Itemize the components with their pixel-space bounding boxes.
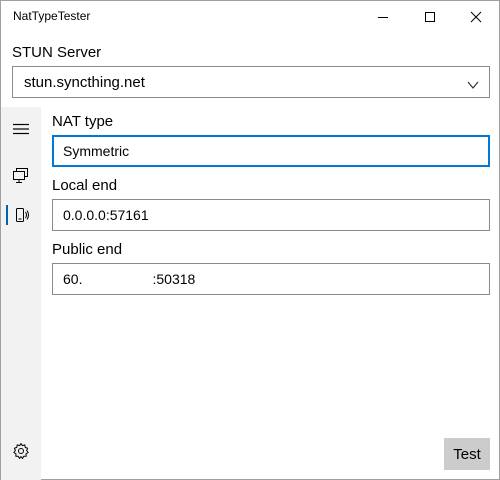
navigation-pane bbox=[1, 107, 41, 480]
menu-toggle-button[interactable] bbox=[1, 109, 41, 149]
nat-type-field[interactable]: Symmetric bbox=[52, 135, 490, 167]
minimize-button[interactable] bbox=[360, 1, 406, 33]
stun-server-value[interactable]: stun.syncthing.net bbox=[24, 74, 145, 91]
public-end-value[interactable]: 60. :50318 bbox=[63, 271, 195, 287]
public-end-label: Public end bbox=[52, 241, 123, 258]
nat-type-label: NAT type bbox=[52, 113, 114, 130]
nav-item-settings[interactable] bbox=[1, 431, 41, 471]
app-window: NatTypeTester STUN Server stun.syncthing… bbox=[0, 0, 500, 480]
close-button[interactable] bbox=[453, 1, 499, 33]
local-end-field[interactable]: 0.0.0.0:57161 bbox=[52, 199, 490, 231]
window-title: NatTypeTester bbox=[13, 9, 91, 23]
title-bar[interactable]: NatTypeTester bbox=[1, 1, 499, 33]
nav-item-rfc3489[interactable] bbox=[1, 155, 41, 195]
device-icon bbox=[16, 208, 29, 222]
monitor-icon bbox=[13, 168, 28, 183]
stun-server-label: STUN Server bbox=[12, 44, 102, 61]
local-end-value[interactable]: 0.0.0.0:57161 bbox=[63, 207, 149, 223]
maximize-button[interactable] bbox=[407, 1, 453, 33]
maximize-icon bbox=[425, 12, 435, 22]
minimize-icon bbox=[378, 17, 388, 18]
nat-type-value[interactable]: Symmetric bbox=[63, 143, 129, 159]
public-end-field[interactable]: 60. :50318 bbox=[52, 263, 490, 295]
test-button[interactable]: Test bbox=[444, 438, 490, 470]
close-icon bbox=[470, 11, 482, 23]
nav-item-rfc5780[interactable] bbox=[1, 195, 41, 235]
hamburger-icon bbox=[13, 123, 29, 135]
settings-icon bbox=[13, 443, 29, 459]
stun-server-combobox[interactable]: stun.syncthing.net bbox=[12, 66, 490, 98]
local-end-label: Local end bbox=[52, 177, 118, 194]
chevron-down-icon[interactable] bbox=[467, 77, 479, 95]
